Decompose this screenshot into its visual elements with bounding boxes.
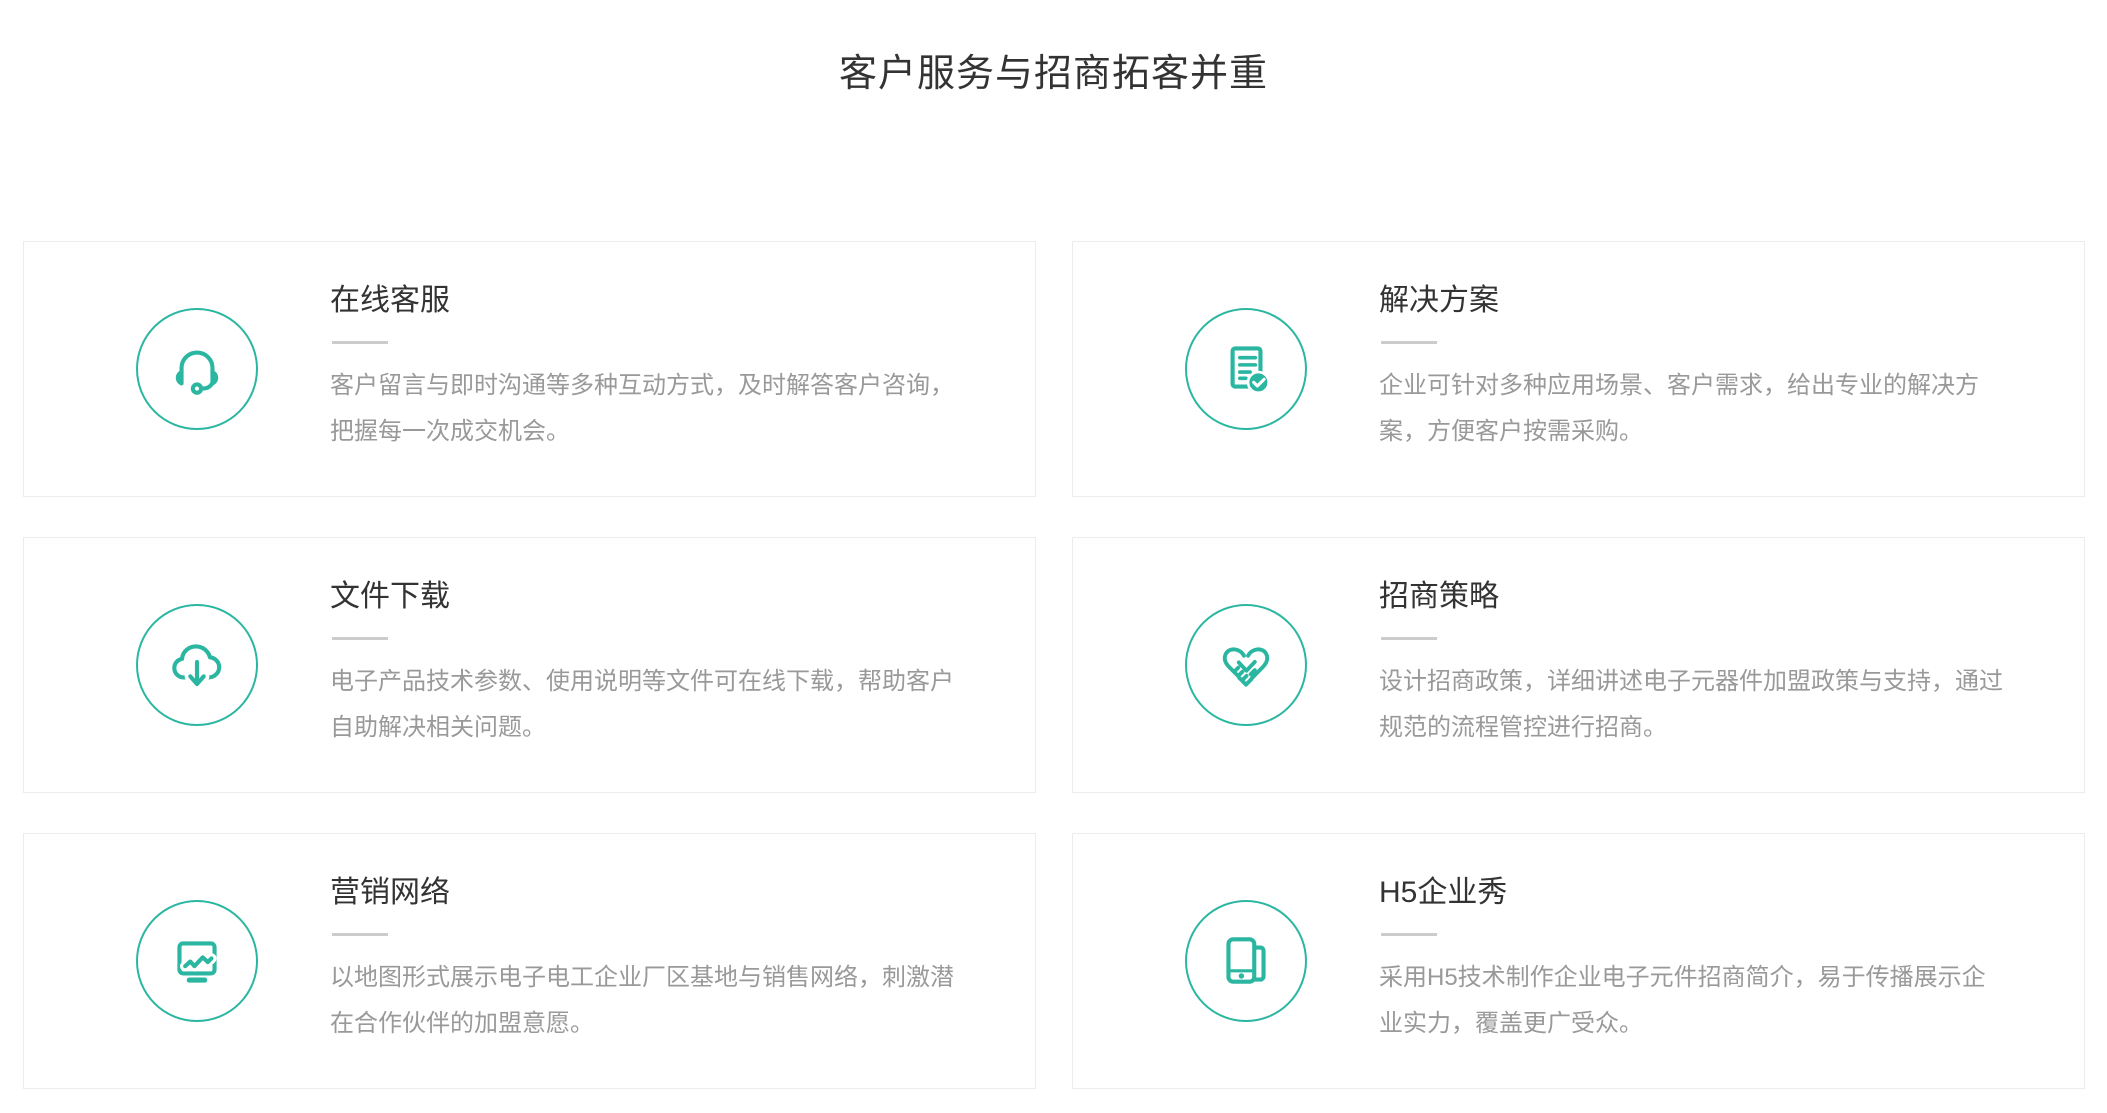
card-body: 在线客服 客户留言与即时沟通等多种互动方式，及时解答客户咨询， 把握每一次成交机… — [330, 284, 994, 455]
card-solutions: 解决方案 企业可针对多种应用场景、客户需求，给出专业的解决方 案，方便客户按需采… — [1072, 241, 2085, 497]
card-description-line: 企业可针对多种应用场景、客户需求，给出专业的解决方 — [1379, 363, 1979, 409]
card-marketing-network: 营销网络 以地图形式展示电子电工企业厂区基地与销售网络，刺激潜 在合作伙伴的加盟… — [23, 833, 1036, 1089]
card-description-line: 自助解决相关问题。 — [330, 705, 954, 751]
card-divider — [332, 933, 388, 936]
card-title: 营销网络 — [330, 876, 954, 910]
card-description-line: 设计招商政策，详细讲述电子元器件加盟政策与支持，通过 — [1379, 659, 2003, 705]
handshake-icon — [1185, 604, 1307, 726]
card-description: 客户留言与即时沟通等多种互动方式，及时解答客户咨询， 把握每一次成交机会。 — [330, 363, 954, 455]
card-investment-strategy: 招商策略 设计招商政策，详细讲述电子元器件加盟政策与支持，通过 规范的流程管控进… — [1072, 537, 2085, 793]
card-body: H5企业秀 采用H5技术制作企业电子元件招商简介，易于传播展示企 业实力，覆盖更… — [1379, 876, 2026, 1047]
card-title: 文件下载 — [330, 580, 954, 614]
card-divider — [1381, 933, 1437, 936]
card-description-line: 把握每一次成交机会。 — [330, 409, 954, 455]
page-title: 客户服务与招商拓客并重 — [0, 0, 2107, 96]
phone-icon — [1185, 900, 1307, 1022]
card-title: H5企业秀 — [1379, 876, 1986, 910]
card-h5-showcase: H5企业秀 采用H5技术制作企业电子元件招商简介，易于传播展示企 业实力，覆盖更… — [1072, 833, 2085, 1089]
card-description-line: 电子产品技术参数、使用说明等文件可在线下载，帮助客户 — [330, 659, 954, 705]
card-description-line: 采用H5技术制作企业电子元件招商简介，易于传播展示企 — [1379, 955, 1986, 1001]
card-title: 在线客服 — [330, 284, 954, 318]
card-title: 招商策略 — [1379, 580, 2003, 614]
card-description-line: 规范的流程管控进行招商。 — [1379, 705, 2003, 751]
card-divider — [332, 341, 388, 344]
headset-icon — [136, 308, 258, 430]
card-divider — [1381, 637, 1437, 640]
card-title: 解决方案 — [1379, 284, 1979, 318]
card-description-line: 业实力，覆盖更广受众。 — [1379, 1001, 1986, 1047]
card-description-line: 客户留言与即时沟通等多种互动方式，及时解答客户咨询， — [330, 363, 954, 409]
card-description: 电子产品技术参数、使用说明等文件可在线下载，帮助客户 自助解决相关问题。 — [330, 659, 954, 751]
card-body: 招商策略 设计招商政策，详细讲述电子元器件加盟政策与支持，通过 规范的流程管控进… — [1379, 580, 2043, 751]
document-check-icon — [1185, 308, 1307, 430]
card-description: 以地图形式展示电子电工企业厂区基地与销售网络，刺激潜 在合作伙伴的加盟意愿。 — [330, 955, 954, 1047]
card-body: 解决方案 企业可针对多种应用场景、客户需求，给出专业的解决方 案，方便客户按需采… — [1379, 284, 2019, 455]
card-description: 企业可针对多种应用场景、客户需求，给出专业的解决方 案，方便客户按需采购。 — [1379, 363, 1979, 455]
card-online-service: 在线客服 客户留言与即时沟通等多种互动方式，及时解答客户咨询， 把握每一次成交机… — [23, 241, 1036, 497]
card-description: 采用H5技术制作企业电子元件招商简介，易于传播展示企 业实力，覆盖更广受众。 — [1379, 955, 1986, 1047]
cloud-download-icon — [136, 604, 258, 726]
card-divider — [332, 637, 388, 640]
card-file-download: 文件下载 电子产品技术参数、使用说明等文件可在线下载，帮助客户 自助解决相关问题… — [23, 537, 1036, 793]
feature-cards: 在线客服 客户留言与即时沟通等多种互动方式，及时解答客户咨询， 把握每一次成交机… — [0, 241, 2107, 1089]
card-description-line: 在合作伙伴的加盟意愿。 — [330, 1001, 954, 1047]
monitor-chart-icon — [136, 900, 258, 1022]
card-description-line: 以地图形式展示电子电工企业厂区基地与销售网络，刺激潜 — [330, 955, 954, 1001]
card-body: 营销网络 以地图形式展示电子电工企业厂区基地与销售网络，刺激潜 在合作伙伴的加盟… — [330, 876, 994, 1047]
card-body: 文件下载 电子产品技术参数、使用说明等文件可在线下载，帮助客户 自助解决相关问题… — [330, 580, 994, 751]
card-divider — [1381, 341, 1437, 344]
card-description: 设计招商政策，详细讲述电子元器件加盟政策与支持，通过 规范的流程管控进行招商。 — [1379, 659, 2003, 751]
card-description-line: 案，方便客户按需采购。 — [1379, 409, 1979, 455]
